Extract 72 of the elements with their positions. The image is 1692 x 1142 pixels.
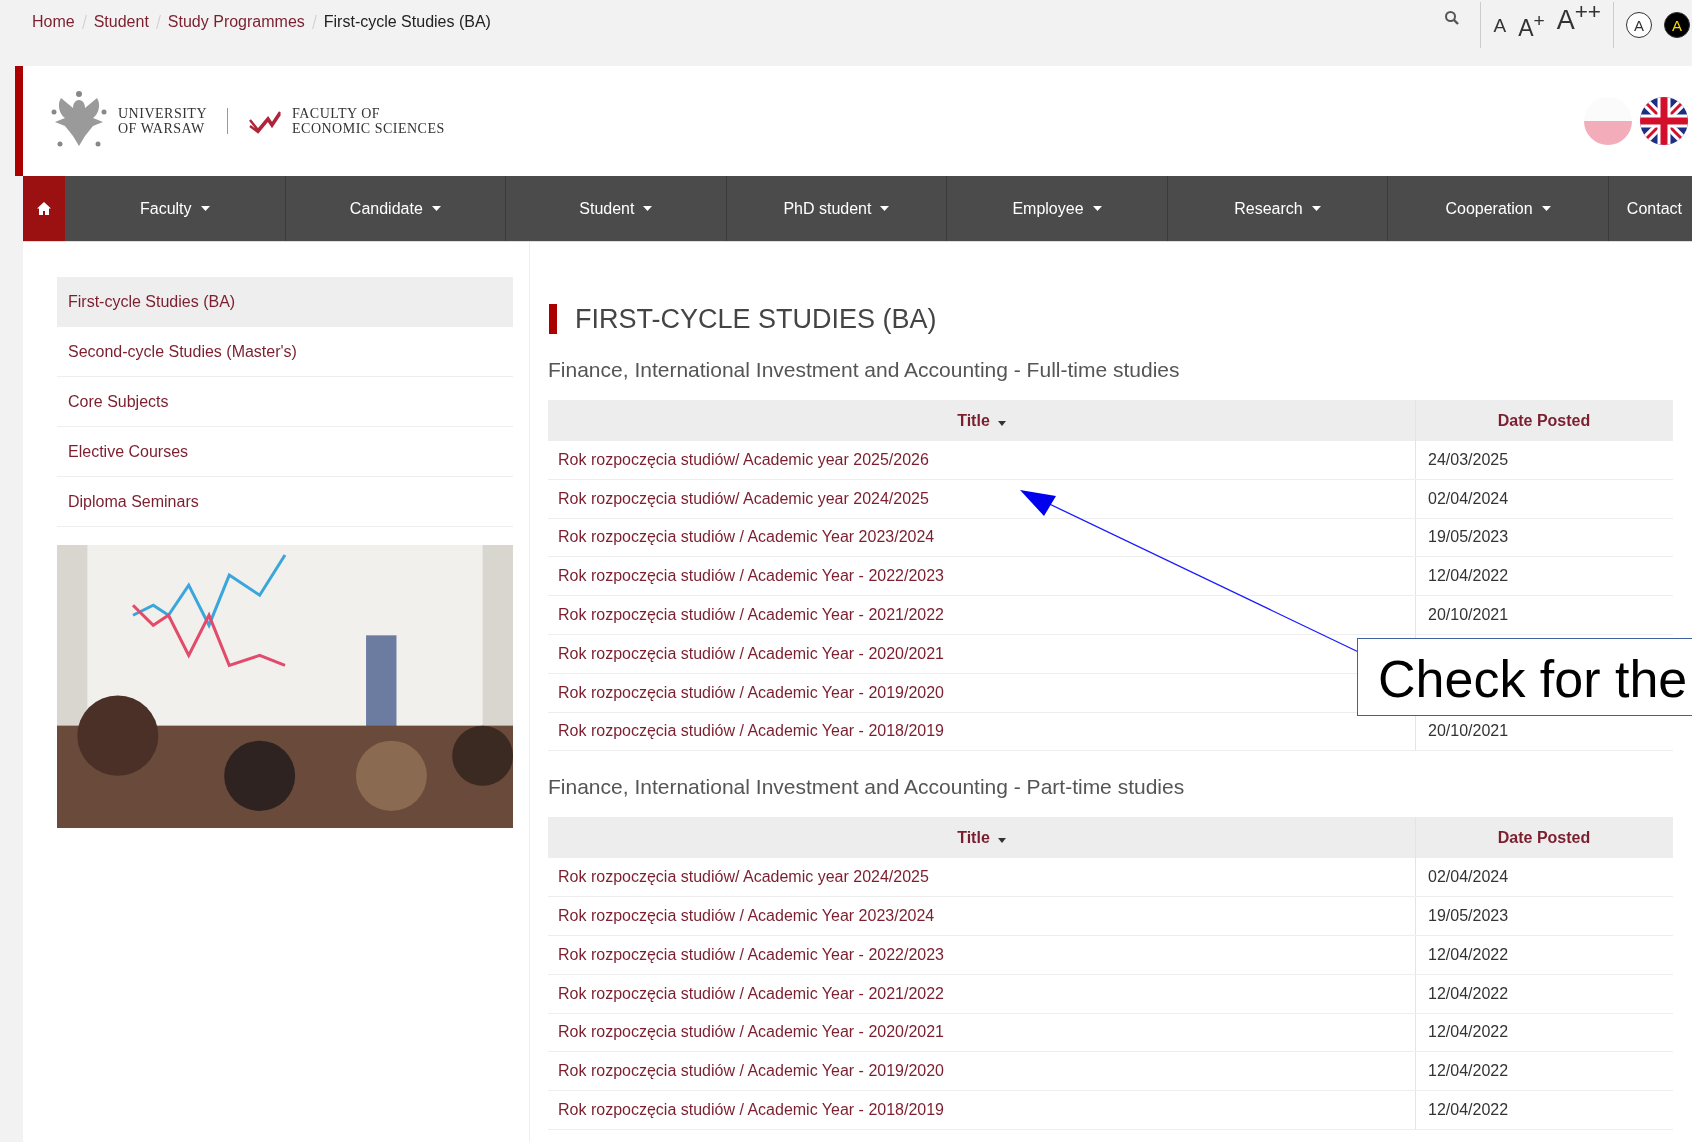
- column-header[interactable]: Title: [548, 817, 1416, 859]
- document-link[interactable]: Rok rozpoczęcia studiów / Academic Year - 2022/2023: [558, 945, 944, 963]
- date-text: 24/03/2025: [1428, 450, 1509, 468]
- contrast-button[interactable]: A: [1626, 12, 1652, 38]
- document-link[interactable]: Rok rozpoczęcia studiów / Academic Year - 2020/2021: [558, 644, 944, 662]
- nav-menu-item[interactable]: Contact: [1608, 176, 1692, 241]
- date-text: 12/04/2022: [1428, 1062, 1509, 1080]
- font-size-button[interactable]: A$^{++}$: [1556, 0, 1601, 34]
- home-button[interactable]: [23, 176, 65, 241]
- nav-menu-item[interactable]: Candidate: [285, 176, 507, 241]
- date-text: 19/05/2023: [1428, 528, 1509, 546]
- document-link[interactable]: Rok rozpoczęcia studiów / Academic Year - 2020/2021: [558, 1023, 944, 1041]
- document-link[interactable]: Rok rozpoczęcia studiów / Academic Year - 2022/2023: [558, 567, 944, 585]
- document-link[interactable]: Rok rozpoczęcia studiów / Academic Year 2023/2024: [558, 907, 935, 925]
- sidebar-link[interactable]: Elective Courses: [57, 427, 513, 477]
- nav-menu-item[interactable]: Employee: [947, 176, 1168, 241]
- search-icon[interactable]: [1444, 10, 1461, 26]
- column-header[interactable]: Date Posted: [1415, 817, 1673, 859]
- university-name: UNIVERSITY OF WARSAW: [118, 106, 207, 136]
- column-header[interactable]: Date Posted: [1415, 400, 1673, 441]
- caret-icon: [1541, 206, 1551, 211]
- nav-menu-item[interactable]: Cooperation: [1388, 176, 1609, 241]
- caret-icon: [880, 206, 890, 211]
- caret-icon: [1311, 206, 1321, 211]
- document-link[interactable]: Rok rozpoczęcia studiów / Academic Year - 2021/2022: [558, 984, 944, 1002]
- column-header[interactable]: Title: [548, 400, 1416, 441]
- document-link[interactable]: Rok rozpoczęcia studiów/ Academic year 2024/2025: [558, 868, 929, 886]
- sort-caret-icon: [997, 837, 1006, 843]
- faculty-name: FACULTY OF ECONOMIC SCIENCES: [292, 106, 445, 136]
- nav-menu-item[interactable]: Research: [1167, 176, 1389, 241]
- page-heading: FIRST-CYCLE STUDIES (BA): [549, 304, 1692, 334]
- date-text: 02/04/2024: [1428, 489, 1509, 507]
- contrast-button[interactable]: A: [1664, 12, 1690, 38]
- document-link[interactable]: Rok rozpoczęcia studiów / Academic Year - 2021/2022: [558, 606, 944, 624]
- date-text: 12/04/2022: [1428, 945, 1509, 963]
- breadcrumb-link[interactable]: Student: [93, 13, 149, 31]
- document-link[interactable]: Rok rozpoczęcia studiów / Academic Year - 2018/2019: [558, 722, 944, 740]
- sidebar-link[interactable]: Core Subjects: [57, 377, 513, 427]
- breadcrumb-link[interactable]: First-cycle Studies (BA): [323, 13, 491, 31]
- date-text: 12/04/2022: [1428, 1023, 1509, 1041]
- nav-menu-item[interactable]: Faculty: [65, 176, 286, 241]
- document-link[interactable]: Rok rozpoczęcia studiów / Academic Year 2023/2024: [558, 528, 935, 546]
- sidebar-link[interactable]: Diploma Seminars: [57, 477, 513, 527]
- document-link[interactable]: Rok rozpoczęcia studiów/ Academic year 2025/2026: [558, 450, 929, 468]
- breadcrumb-link[interactable]: Home: [32, 13, 75, 31]
- annotation-callout: Check for the: [1357, 638, 1692, 716]
- section-title: Finance, International Investment and Accounting - Full-time studies: [548, 358, 1181, 382]
- sidebar-link[interactable]: Second-cycle Studies (Master's): [57, 327, 513, 377]
- date-text: 02/04/2024: [1428, 868, 1509, 886]
- date-text: 20/10/2021: [1428, 722, 1509, 740]
- nav-menu-item[interactable]: Student: [506, 176, 727, 241]
- caret-icon: [431, 206, 441, 211]
- font-size-button[interactable]: A$^{+}$: [1518, 10, 1545, 40]
- document-link[interactable]: Rok rozpoczęcia studiów / Academic Year - 2019/2020: [558, 1062, 944, 1080]
- caret-icon: [200, 206, 210, 211]
- date-text: 20/10/2021: [1428, 606, 1509, 624]
- document-link[interactable]: Rok rozpoczęcia studiów / Academic Year - 2018/2019: [558, 1101, 944, 1119]
- nav-menu-item[interactable]: PhD student: [726, 176, 948, 241]
- date-text: 12/04/2022: [1428, 567, 1509, 585]
- date-text: 12/04/2022: [1428, 1101, 1509, 1119]
- sort-caret-icon: [997, 420, 1006, 426]
- caret-icon: [1092, 206, 1102, 211]
- date-text: 12/04/2022: [1428, 984, 1509, 1002]
- document-link[interactable]: Rok rozpoczęcia studiów/ Academic year 2024/2025: [558, 489, 929, 507]
- section-title: Finance, International Investment and Accounting - Part-time studies: [548, 775, 1186, 800]
- caret-icon: [643, 206, 653, 211]
- sidebar-link[interactable]: First-cycle Studies (BA): [57, 277, 513, 327]
- home-icon: [37, 202, 51, 215]
- date-text: 19/05/2023: [1428, 907, 1509, 925]
- document-link[interactable]: Rok rozpoczęcia studiów / Academic Year - 2019/2020: [558, 683, 944, 701]
- font-size-button[interactable]: A: [1493, 15, 1507, 35]
- breadcrumb-link[interactable]: Study Programmes: [167, 13, 305, 31]
